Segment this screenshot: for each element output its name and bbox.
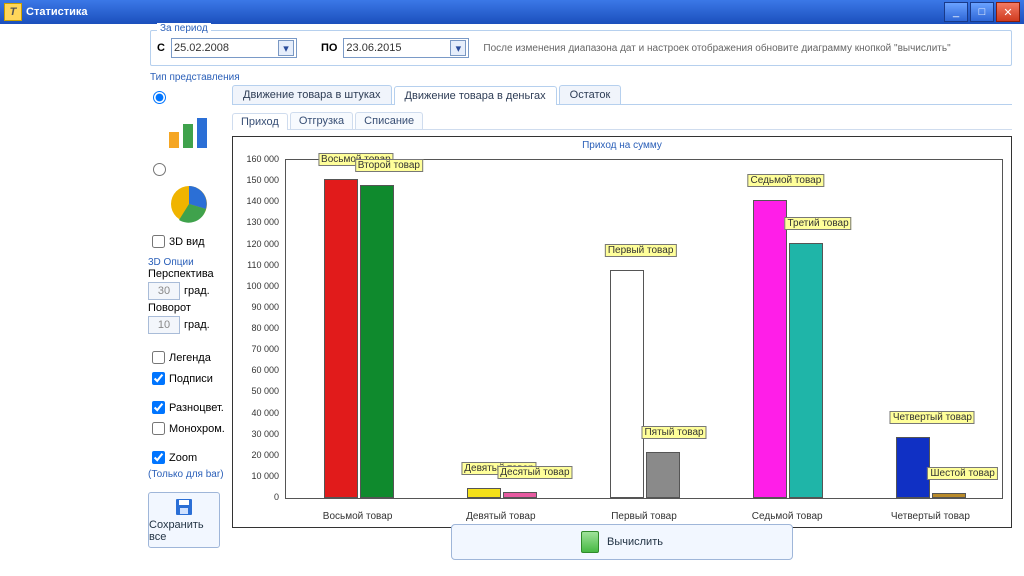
y-tick: 110 000 <box>247 260 279 270</box>
y-tick: 100 000 <box>246 281 279 291</box>
y-tick: 30 000 <box>251 429 279 439</box>
pie-chart-icon <box>161 182 217 226</box>
calculator-icon <box>581 531 599 553</box>
save-all-button[interactable]: Сохранить все <box>148 492 220 548</box>
y-tick: 90 000 <box>251 302 279 312</box>
y-tick: 60 000 <box>251 365 279 375</box>
bar-label: Второй товар <box>355 159 423 172</box>
period-group: За период С 25.02.2008 ▾ ПО 23.06.2015 ▾… <box>150 30 1012 66</box>
chart-type-bar-radio[interactable] <box>148 88 224 104</box>
bar[interactable] <box>503 492 537 498</box>
client-area: За период С 25.02.2008 ▾ ПО 23.06.2015 ▾… <box>0 24 1024 576</box>
chart-title: Приход на сумму <box>233 137 1011 151</box>
bar[interactable] <box>324 179 358 498</box>
tab-top-1[interactable]: Движение товара в деньгах <box>394 86 557 105</box>
minimize-button[interactable]: _ <box>944 2 968 22</box>
y-tick: 160 000 <box>246 154 279 164</box>
tab-sub-1[interactable]: Отгрузка <box>290 112 353 129</box>
bar-label: Шестой товар <box>927 467 997 480</box>
legend-checkbox[interactable]: Легенда <box>148 348 230 367</box>
bar[interactable] <box>789 243 823 499</box>
x-group-label: Восьмой товар <box>323 511 393 522</box>
y-tick: 130 000 <box>246 217 279 227</box>
tab-top-0[interactable]: Движение товара в штуках <box>232 85 392 104</box>
zoom-checkbox[interactable]: Zoom <box>148 448 230 467</box>
to-date-input[interactable]: 23.06.2015 ▾ <box>343 38 469 58</box>
chart-type-pie-radio[interactable] <box>148 160 224 176</box>
tab-sub-0[interactable]: Приход <box>232 113 288 130</box>
bar[interactable] <box>467 488 501 498</box>
compute-label: Вычислить <box>607 536 663 548</box>
x-group-label: Девятый товар <box>466 511 535 522</box>
left-section-title: Тип представления <box>150 72 240 83</box>
chevron-down-icon[interactable]: ▾ <box>278 40 294 56</box>
tab-sub-2[interactable]: Списание <box>355 112 423 129</box>
bar-chart-icon <box>161 110 217 154</box>
main-panel: Движение товара в штукахДвижение товара … <box>232 82 1012 566</box>
y-tick: 70 000 <box>251 344 279 354</box>
to-date-value: 23.06.2015 <box>346 42 401 54</box>
period-hint: После изменения диапазона дат и настроек… <box>483 43 950 54</box>
x-group-label: Первый товар <box>611 511 677 522</box>
y-tick: 20 000 <box>251 450 279 460</box>
maximize-button[interactable]: □ <box>970 2 994 22</box>
labels-checkbox[interactable]: Подписи <box>148 369 230 388</box>
bar[interactable] <box>753 200 787 498</box>
zoom-note: (Только для bar) <box>148 469 230 480</box>
opts3d-title: 3D Опции <box>148 257 230 268</box>
y-tick: 50 000 <box>251 386 279 396</box>
bar[interactable] <box>932 493 966 498</box>
multicolor-checkbox[interactable]: Разноцвет. <box>148 398 230 417</box>
left-panel: 3D вид 3D Опции Перспектива 30град. Пово… <box>148 84 230 566</box>
y-tick: 40 000 <box>251 408 279 418</box>
y-tick: 0 <box>274 492 279 502</box>
perspective-spinner[interactable]: 30град. <box>148 282 230 300</box>
floppy-icon <box>175 498 193 516</box>
bar-label: Десятый товар <box>497 466 572 479</box>
compute-button[interactable]: Вычислить <box>451 524 793 560</box>
bar-label: Третий товар <box>784 217 851 230</box>
mono-checkbox[interactable]: Монохром. <box>148 419 230 438</box>
view3d-checkbox[interactable]: 3D вид <box>148 232 230 251</box>
y-tick: 80 000 <box>251 323 279 333</box>
bar-label: Четвертый товар <box>890 411 975 424</box>
period-group-label: За период <box>157 23 211 34</box>
y-tick: 10 000 <box>251 471 279 481</box>
top-tabs: Движение товара в штукахДвижение товара … <box>232 82 1012 105</box>
titlebar: Т Статистика _ □ ✕ <box>0 0 1024 24</box>
tab-top-2[interactable]: Остаток <box>559 85 622 104</box>
bar-label: Седьмой товар <box>748 174 825 187</box>
y-tick: 120 000 <box>246 239 279 249</box>
y-tick: 140 000 <box>246 196 279 206</box>
bar[interactable] <box>610 270 644 498</box>
bar-label: Пятый товар <box>641 426 706 439</box>
close-button[interactable]: ✕ <box>996 2 1020 22</box>
bar[interactable] <box>360 185 394 498</box>
x-group-label: Четвертый товар <box>891 511 970 522</box>
from-label: С <box>157 42 165 54</box>
sub-tabs: ПриходОтгрузкаСписание <box>232 109 1012 130</box>
chart-frame: Приход на сумму 0 10 000 20 000 30 000 40 00… <box>232 136 1012 528</box>
save-label: Сохранить все <box>149 519 219 543</box>
y-tick: 150 000 <box>246 175 279 185</box>
chevron-down-icon[interactable]: ▾ <box>450 40 466 56</box>
y-axis: 0 10 000 20 000 30 000 40 000 50 000 60 000 70 … <box>235 159 283 499</box>
from-date-value: 25.02.2008 <box>174 42 229 54</box>
app-icon: Т <box>4 3 22 21</box>
rotate-label: Поворот <box>148 302 230 314</box>
bar[interactable] <box>896 437 930 498</box>
app-window: Т Статистика _ □ ✕ За период С 25.02.200… <box>0 0 1024 576</box>
x-group-label: Седьмой товар <box>752 511 823 522</box>
perspective-label: Перспектива <box>148 268 230 280</box>
bar[interactable] <box>646 452 680 498</box>
to-label: ПО <box>321 42 337 54</box>
from-date-input[interactable]: 25.02.2008 ▾ <box>171 38 297 58</box>
rotate-spinner[interactable]: 10град. <box>148 316 230 334</box>
bar-label: Первый товар <box>605 244 677 257</box>
window-title: Статистика <box>26 6 944 18</box>
plot-area[interactable]: Восьмой товарВторой товарДевятый товарДе… <box>285 159 1003 499</box>
